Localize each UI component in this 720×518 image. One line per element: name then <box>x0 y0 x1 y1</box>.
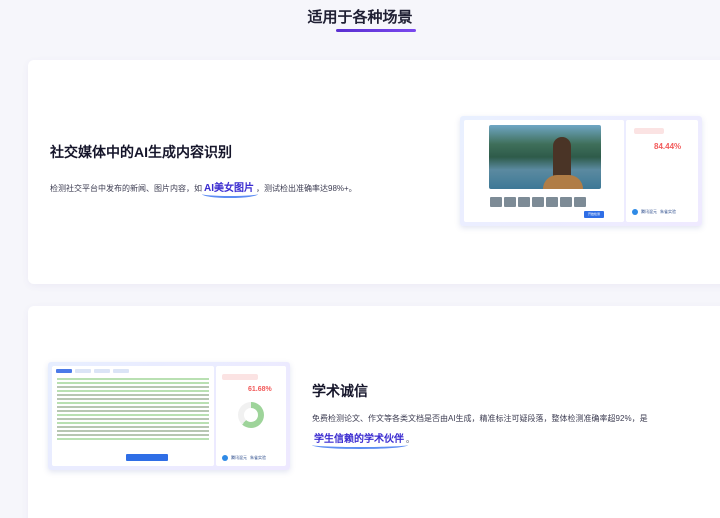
scene1-title: 社交媒体中的AI生成内容识别 <box>50 144 232 160</box>
title-underline <box>336 29 416 32</box>
mockup-image-panel: 开始检测 <box>464 120 624 222</box>
photo-boat <box>543 175 583 189</box>
hunyuan-logo-text: 腾讯混元 <box>641 209 657 214</box>
tab[interactable] <box>75 369 91 373</box>
tab[interactable] <box>56 369 72 373</box>
thumbnail[interactable] <box>504 197 516 207</box>
document-text <box>57 378 209 442</box>
detect-button[interactable] <box>126 454 168 461</box>
thumbnail[interactable] <box>490 197 502 207</box>
tab[interactable] <box>94 369 110 373</box>
ai-probability: 84.44% <box>654 142 682 151</box>
scene2-description-line2: 学生信赖的学术伙伴。 <box>312 430 414 449</box>
mockup-document-panel <box>52 366 214 466</box>
tab[interactable] <box>113 369 129 373</box>
partner-logos: 腾讯混元 朱雀实验 <box>222 454 284 462</box>
hunyuan-logo-text: 腾讯混元 <box>231 455 247 460</box>
thumbnail[interactable] <box>518 197 530 207</box>
result-tag <box>634 128 664 134</box>
uploaded-photo <box>489 125 601 189</box>
section-title: 适用于各种场景 <box>307 9 413 26</box>
scene2-title: 学术诚信 <box>312 383 368 399</box>
thumbnail[interactable] <box>532 197 544 207</box>
thumbnail-strip[interactable] <box>490 197 586 207</box>
zhuque-logo-text: 朱雀实验 <box>250 455 266 460</box>
scene2-highlight: 学生信赖的学术伙伴 <box>312 430 408 449</box>
scene2-mockup: 61.68% 腾讯混元 朱雀实验 <box>48 362 290 470</box>
thumbnail[interactable] <box>574 197 586 207</box>
mockup-result-panel: 61.68% 腾讯混元 朱雀实验 <box>216 366 286 466</box>
hunyuan-logo-icon <box>222 455 228 461</box>
ai-probability: 61.68% <box>248 386 272 393</box>
scene1-desc-suffix: ，测试检出准确率达98%+。 <box>256 184 357 193</box>
result-tag <box>222 374 258 380</box>
donut-chart <box>238 402 264 428</box>
scene1-highlight: AI美女图片 <box>202 179 258 198</box>
thumbnail[interactable] <box>546 197 558 207</box>
partner-logos: 腾讯混元 朱雀实验 <box>632 208 694 216</box>
hunyuan-logo-icon <box>632 209 638 215</box>
scene1-desc-prefix: 检测社交平台中发布的新闻、图片内容，如 <box>50 184 202 193</box>
mockup-result-panel: 84.44% 腾讯混元 朱雀实验 <box>626 120 698 222</box>
document-tabs[interactable] <box>56 369 129 373</box>
zhuque-logo-text: 朱雀实验 <box>660 209 676 214</box>
detect-button[interactable]: 开始检测 <box>584 211 604 218</box>
thumbnail[interactable] <box>560 197 572 207</box>
scene2-description: 免费检测论文、作文等各类文档是否由AI生成，精准标注可疑段落，整体检测准确率超9… <box>312 414 648 423</box>
scene1-description: 检测社交平台中发布的新闻、图片内容，如 AI美女图片 ，测试检出准确率达98%+。 <box>50 179 357 198</box>
scene1-mockup: 开始检测 84.44% 腾讯混元 朱雀实验 <box>460 116 702 226</box>
